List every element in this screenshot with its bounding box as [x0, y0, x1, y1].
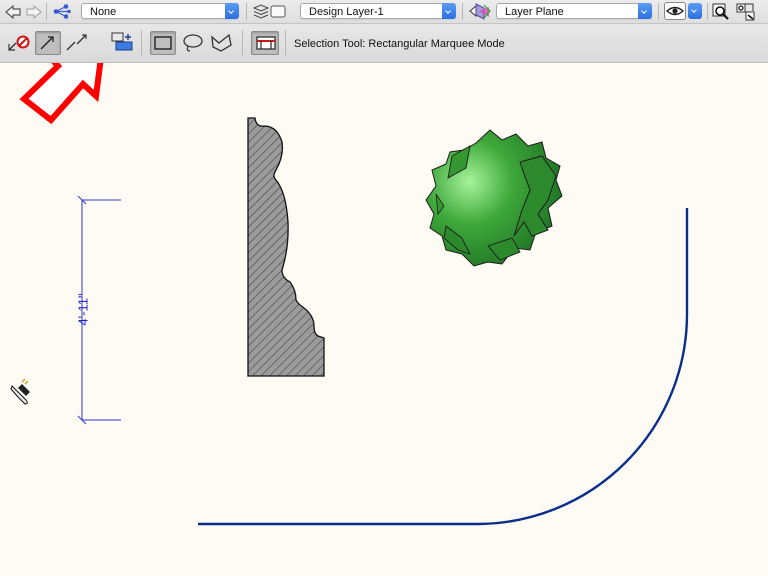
visibility-button[interactable] — [664, 2, 686, 20]
separator — [707, 3, 708, 20]
class-select-label: None — [90, 6, 117, 18]
separator — [141, 30, 142, 56]
magnify-icon[interactable] — [712, 3, 730, 21]
separator — [246, 3, 247, 20]
chevron-down-icon — [225, 3, 239, 19]
layer-select[interactable]: Design Layer-1 — [300, 3, 456, 19]
disable-interactive-scaling-button[interactable] — [6, 31, 32, 55]
plane-icon[interactable] — [468, 2, 492, 21]
lasso-icon — [183, 34, 203, 52]
eyedropper-cursor-icon — [10, 378, 30, 405]
eye-icon — [665, 6, 685, 16]
separator — [285, 30, 286, 56]
separator — [658, 3, 659, 20]
chevron-down-icon — [691, 7, 697, 13]
rectangular-marquee-button[interactable] — [150, 31, 176, 55]
multiple-object-scaling-button[interactable] — [64, 31, 90, 55]
separator — [46, 3, 47, 20]
plane-select-label: Layer Plane — [505, 6, 564, 18]
layers-icon[interactable] — [253, 3, 287, 20]
edit-group-icon — [111, 32, 133, 51]
separator — [242, 30, 243, 56]
scale-multiple-icon — [66, 34, 87, 51]
chevron-down-icon — [638, 3, 652, 19]
no-scaling-icon — [8, 35, 30, 51]
tree-symbol[interactable] — [425, 129, 563, 267]
lasso-marquee-button[interactable] — [180, 31, 206, 55]
layer-select-label: Design Layer-1 — [309, 6, 384, 18]
rectangle-marquee-icon — [154, 36, 172, 50]
navigation-icon[interactable] — [736, 3, 756, 21]
polygon-lasso-icon — [211, 33, 232, 52]
forward-arrow-icon[interactable] — [25, 4, 43, 20]
chevron-down-icon — [442, 3, 456, 19]
polygon-marquee-button[interactable] — [209, 31, 235, 55]
class-hierarchy-icon[interactable] — [52, 3, 72, 20]
callout-arrow — [19, 63, 104, 125]
selection-preferences-button[interactable] — [251, 31, 279, 55]
mode-status-text: Selection Tool: Rectangular Marquee Mode — [294, 38, 505, 50]
visibility-dropdown[interactable] — [688, 3, 702, 19]
smart-edit-button[interactable] — [110, 30, 136, 54]
separator — [462, 3, 463, 20]
dimension-label: 4'-11" — [75, 293, 91, 326]
plane-select[interactable]: Layer Plane — [496, 3, 652, 19]
molding-profile[interactable] — [247, 117, 325, 377]
settings-bracket-icon — [256, 36, 276, 50]
scale-single-icon — [40, 36, 54, 50]
single-object-scaling-button[interactable] — [35, 31, 61, 55]
class-select[interactable]: None — [81, 3, 239, 19]
drawing-canvas[interactable] — [0, 63, 768, 576]
back-arrow-icon[interactable] — [4, 4, 22, 20]
